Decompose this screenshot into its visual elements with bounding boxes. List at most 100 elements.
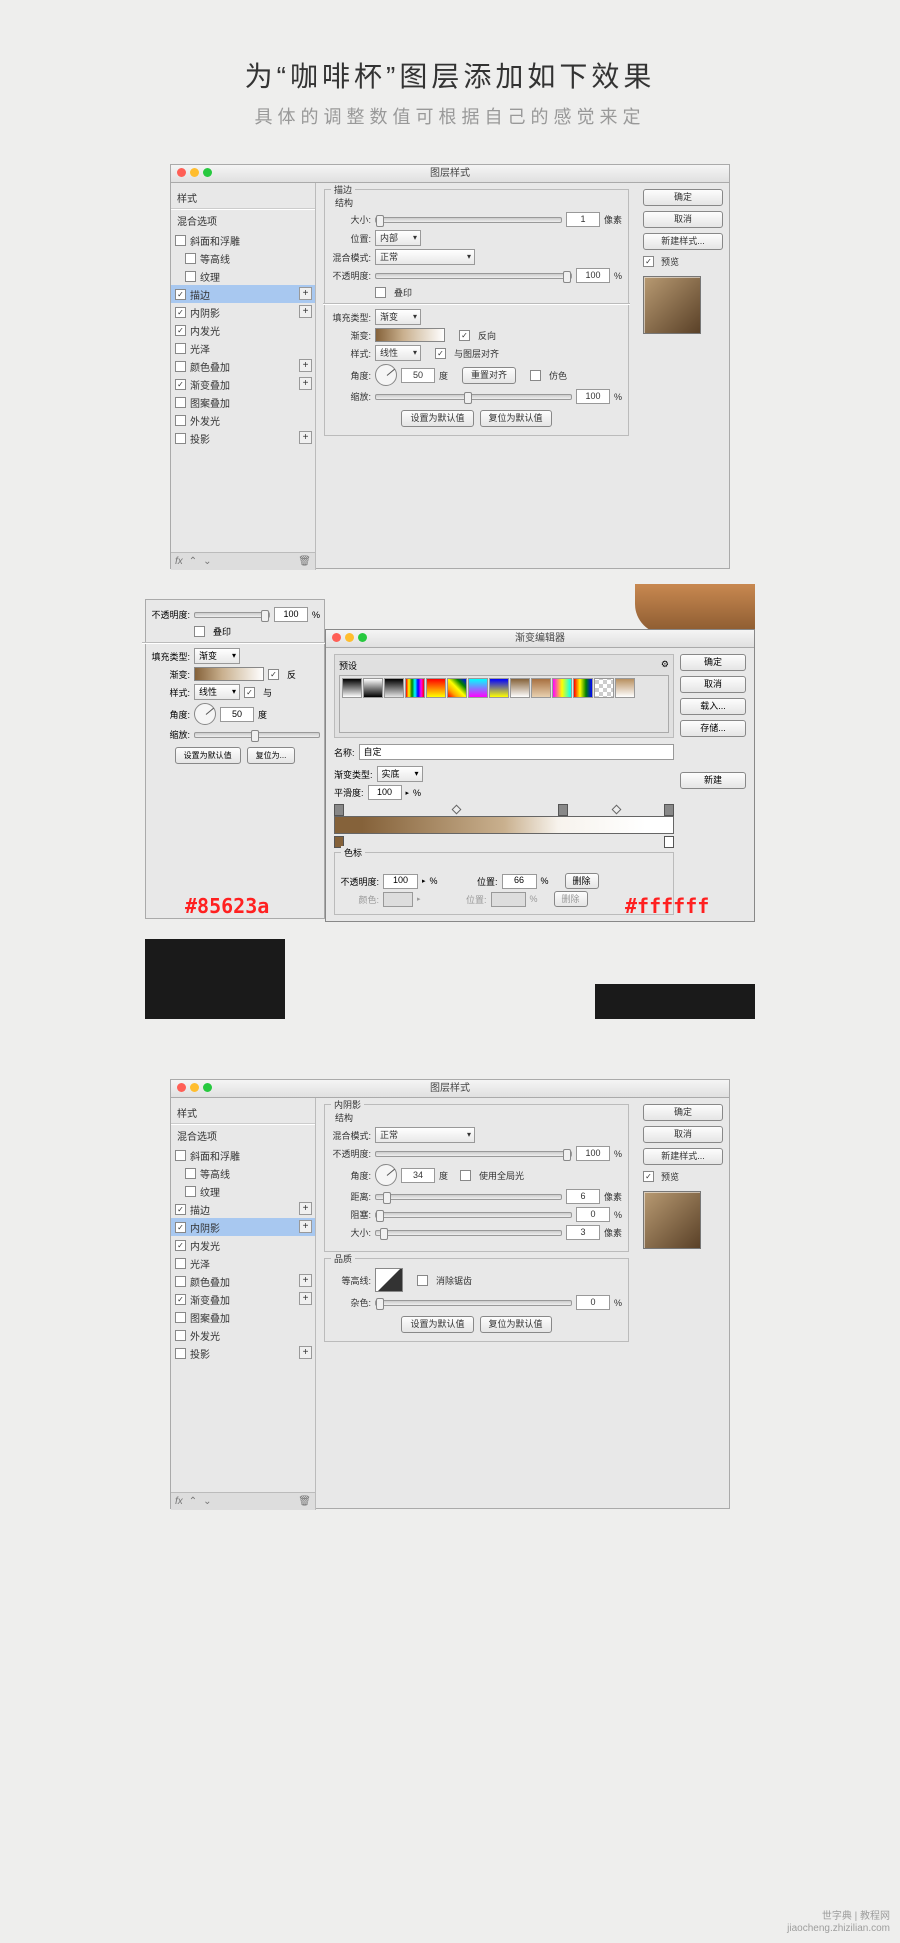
style-item[interactable]: 图案叠加	[171, 1308, 315, 1326]
cs-opacity-input[interactable]: 100	[383, 874, 418, 889]
noise-input[interactable]: 0	[576, 1295, 610, 1310]
gradient-style-select[interactable]: 线性	[375, 345, 421, 361]
angle-dial[interactable]	[375, 1164, 397, 1186]
choke-slider[interactable]	[375, 1212, 572, 1218]
opacity-stop[interactable]	[558, 804, 568, 816]
style-item[interactable]: 光泽	[171, 339, 315, 357]
dialog-titlebar[interactable]: 图层样式	[171, 1080, 729, 1098]
style-item[interactable]: 斜面和浮雕	[171, 231, 315, 249]
ok-button[interactable]: 确定	[643, 1104, 723, 1121]
style-item[interactable]: 描边+	[171, 1200, 315, 1218]
style-item[interactable]: 斜面和浮雕	[171, 1146, 315, 1164]
size-input[interactable]: 1	[566, 212, 600, 227]
style-checkbox[interactable]	[175, 307, 186, 318]
preset-swatch[interactable]	[405, 678, 425, 698]
arrow-up-icon[interactable]: ⌃	[189, 556, 197, 567]
minimize-icon[interactable]	[190, 168, 199, 177]
style-item[interactable]: 颜色叠加+	[171, 357, 315, 375]
close-icon[interactable]	[332, 633, 341, 642]
cs-position-input[interactable]: 66	[502, 874, 537, 889]
scale-slider[interactable]	[375, 394, 572, 400]
maximize-icon[interactable]	[358, 633, 367, 642]
style-checkbox[interactable]	[175, 1276, 186, 1287]
maximize-icon[interactable]	[203, 1083, 212, 1092]
noise-slider[interactable]	[375, 1300, 572, 1306]
preset-swatch[interactable]	[426, 678, 446, 698]
style-checkbox[interactable]	[175, 1330, 186, 1341]
dialog-titlebar[interactable]: 图层样式	[171, 165, 729, 183]
style-checkbox[interactable]	[185, 271, 196, 282]
opacity-slider[interactable]	[375, 273, 572, 279]
style-checkbox[interactable]	[175, 1258, 186, 1269]
fx-icon[interactable]: fx	[175, 1496, 183, 1507]
save-button[interactable]: 存储...	[680, 720, 746, 737]
reset-default-button[interactable]: 复位为默认值	[480, 1316, 552, 1333]
add-effect-icon[interactable]: +	[299, 377, 312, 390]
style-checkbox[interactable]	[185, 1168, 196, 1179]
preset-swatch[interactable]	[384, 678, 404, 698]
overprint-checkbox[interactable]	[375, 287, 386, 298]
fill-type-select[interactable]: 渐变	[375, 309, 421, 325]
blend-mode-select[interactable]: 正常	[375, 249, 475, 265]
style-item[interactable]: 描边+	[171, 285, 315, 303]
reset-align-button[interactable]: 重置对齐	[462, 367, 516, 384]
add-effect-icon[interactable]: +	[299, 431, 312, 444]
style-checkbox[interactable]	[175, 325, 186, 336]
fx-icon[interactable]: fx	[175, 556, 183, 567]
trash-icon[interactable]: 🗑	[298, 556, 311, 567]
preset-swatch[interactable]	[342, 678, 362, 698]
preset-swatch[interactable]	[594, 678, 614, 698]
style-item[interactable]: 纹理	[171, 267, 315, 285]
reset-default-button[interactable]: 复位为默认值	[480, 410, 552, 427]
style-item[interactable]: 渐变叠加+	[171, 1290, 315, 1308]
arrow-up-icon[interactable]: ⌃	[189, 1496, 197, 1507]
blend-options-header[interactable]: 混合选项	[171, 1125, 315, 1146]
close-icon[interactable]	[177, 168, 186, 177]
angle-dial[interactable]	[375, 364, 397, 386]
style-item[interactable]: 等高线	[171, 249, 315, 267]
style-checkbox[interactable]	[175, 1312, 186, 1323]
style-item[interactable]: 投影+	[171, 429, 315, 447]
preset-swatch[interactable]	[552, 678, 572, 698]
new-button[interactable]: 新建	[680, 772, 746, 789]
style-item[interactable]: 渐变叠加+	[171, 375, 315, 393]
new-style-button[interactable]: 新建样式...	[643, 1148, 723, 1165]
add-effect-icon[interactable]: +	[299, 1292, 312, 1305]
style-item[interactable]: 内发光	[171, 321, 315, 339]
gradient-editor-titlebar[interactable]: 渐变编辑器	[326, 630, 754, 648]
load-button[interactable]: 载入...	[680, 698, 746, 715]
distance-slider[interactable]	[375, 1194, 562, 1200]
add-effect-icon[interactable]: +	[299, 1274, 312, 1287]
size-slider[interactable]	[375, 1230, 562, 1236]
anti-alias-checkbox[interactable]	[417, 1275, 428, 1286]
color-stop[interactable]	[664, 836, 674, 848]
add-effect-icon[interactable]: +	[299, 287, 312, 300]
preset-swatch[interactable]	[363, 678, 383, 698]
set-default-button[interactable]: 设置为默认值	[401, 410, 473, 427]
contour-picker[interactable]	[375, 1268, 403, 1292]
style-checkbox[interactable]	[175, 1348, 186, 1359]
preset-swatch[interactable]	[489, 678, 509, 698]
maximize-icon[interactable]	[203, 168, 212, 177]
reverse-checkbox[interactable]	[459, 330, 470, 341]
size-input[interactable]: 3	[566, 1225, 600, 1240]
arrow-down-icon[interactable]: ⌄	[203, 1496, 211, 1507]
style-item[interactable]: 纹理	[171, 1182, 315, 1200]
style-checkbox[interactable]	[185, 1186, 196, 1197]
style-checkbox[interactable]	[175, 1150, 186, 1161]
gradient-ramp[interactable]	[334, 804, 674, 848]
add-effect-icon[interactable]: +	[299, 1202, 312, 1215]
gradient-name-input[interactable]: 自定	[359, 744, 674, 760]
delete-button[interactable]: 删除	[565, 873, 599, 889]
style-checkbox[interactable]	[175, 1222, 186, 1233]
preset-swatch[interactable]	[447, 678, 467, 698]
global-light-checkbox[interactable]	[460, 1170, 471, 1181]
midpoint-diamond[interactable]	[611, 805, 621, 815]
preset-swatch[interactable]	[531, 678, 551, 698]
angle-input[interactable]: 50	[401, 368, 435, 383]
preset-swatch[interactable]	[510, 678, 530, 698]
bg-fill-select[interactable]: 渐变	[194, 648, 240, 664]
style-item[interactable]: 内阴影+	[171, 303, 315, 321]
cancel-button[interactable]: 取消	[643, 1126, 723, 1143]
position-select[interactable]: 内部	[375, 230, 421, 246]
